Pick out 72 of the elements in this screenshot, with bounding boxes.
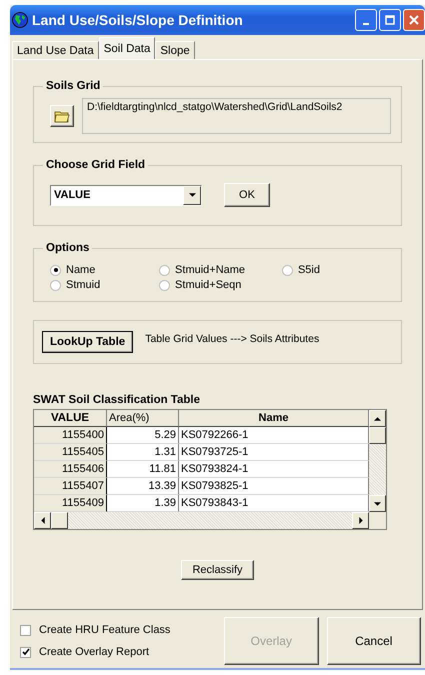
checkbox[interactable]	[20, 624, 31, 636]
dropdown-arrow-icon	[188, 193, 196, 197]
radio-option[interactable]: Stmuid+Name	[159, 264, 282, 276]
tab[interactable]: Land Use Data	[12, 41, 99, 59]
radio-button[interactable]	[282, 264, 293, 276]
table-cell: KS0793725-1	[179, 444, 369, 461]
radio-option[interactable]: Stmuid+Seqn	[159, 279, 282, 291]
table-cell: 5.29	[107, 427, 179, 444]
table-cell: 1.39	[107, 495, 179, 512]
maximize-icon	[385, 15, 395, 25]
radio-button[interactable]	[50, 264, 61, 276]
row-header: 1155407	[34, 478, 107, 495]
radio-button[interactable]	[159, 264, 170, 276]
minimize-button[interactable]	[355, 9, 377, 31]
left-arrow-icon	[40, 517, 44, 524]
column-header[interactable]: Area(%)	[107, 410, 179, 427]
radio-option[interactable]: S5id	[282, 264, 392, 276]
group-title: Soils Grid	[45, 80, 102, 92]
table-cell: KS0792266-1	[179, 427, 369, 444]
close-button[interactable]	[403, 9, 425, 31]
window-title: Land Use/Soils/Slope Definition	[32, 12, 244, 28]
scrollbar-thumb[interactable]	[51, 512, 68, 529]
description-text: Table Grid Values ---> Soils Attributes	[145, 333, 320, 345]
checkbox-option[interactable]: Create HRU Feature Class	[20, 624, 216, 636]
radio-button[interactable]	[50, 280, 61, 290]
radio-label: S5id	[298, 264, 320, 276]
radio-button[interactable]	[159, 280, 170, 290]
down-arrow-icon	[374, 502, 381, 506]
column-header[interactable]: Name	[179, 410, 369, 427]
radio-label: Name	[66, 264, 96, 276]
radio-label: Stmuid+Seqn	[175, 279, 242, 291]
row-header: 1155409	[34, 495, 107, 512]
table-cell: 1.31	[107, 444, 179, 461]
radio-label: Stmuid	[66, 279, 100, 291]
lookup-table-button[interactable]: LookUp Table	[42, 331, 134, 353]
scrollbar-thumb[interactable]	[369, 427, 386, 444]
grid-field-dropdown[interactable]: VALUE	[50, 184, 202, 206]
dialog-button[interactable]: Cancel	[326, 617, 421, 665]
ok-button[interactable]: OK	[224, 183, 270, 207]
table-title: SWAT Soil Classification Table	[33, 394, 201, 406]
close-icon	[409, 15, 419, 25]
checkbox-label: Create HRU Feature Class	[39, 624, 170, 636]
radio-label: Stmuid+Name	[175, 264, 246, 276]
reclassify-button[interactable]: Reclassify	[181, 560, 254, 580]
vertical-scrollbar[interactable]	[369, 410, 386, 512]
row-header: 1155400	[34, 427, 107, 444]
tab[interactable]: Slope	[155, 41, 195, 59]
checkbox-label: Create Overlay Report	[39, 646, 150, 658]
table-cell: KS0793825-1	[179, 478, 369, 495]
radio-option[interactable]: Name	[50, 264, 160, 276]
globe-icon	[12, 12, 28, 28]
browse-button[interactable]	[50, 105, 74, 127]
path-field[interactable]: D:\fieldtargting\nlcd_statgo\Watershed\Grid\LandSoils2	[82, 98, 391, 134]
tab[interactable]: Soil Data	[98, 37, 156, 59]
minimize-icon	[363, 23, 369, 25]
table-cell: KS0793824-1	[179, 461, 369, 478]
checkbox[interactable]	[20, 646, 31, 658]
radio-option[interactable]: Stmuid	[50, 279, 160, 291]
maximize-button[interactable]	[379, 9, 401, 31]
table-cell: 11.81	[107, 461, 179, 478]
checkbox-option[interactable]: Create Overlay Report	[20, 646, 216, 658]
row-header: 1155405	[34, 444, 107, 461]
column-header[interactable]: VALUE	[34, 410, 107, 427]
check-icon	[22, 648, 30, 656]
up-arrow-icon	[374, 416, 381, 420]
right-arrow-icon	[358, 517, 362, 524]
group-title: Choose Grid Field	[45, 159, 146, 171]
table-cell: 13.39	[107, 478, 179, 495]
group-title: Options	[45, 242, 90, 254]
table-cell: KS0793843-1	[179, 495, 369, 512]
row-header: 1155406	[34, 461, 107, 478]
folder-icon	[54, 109, 70, 123]
